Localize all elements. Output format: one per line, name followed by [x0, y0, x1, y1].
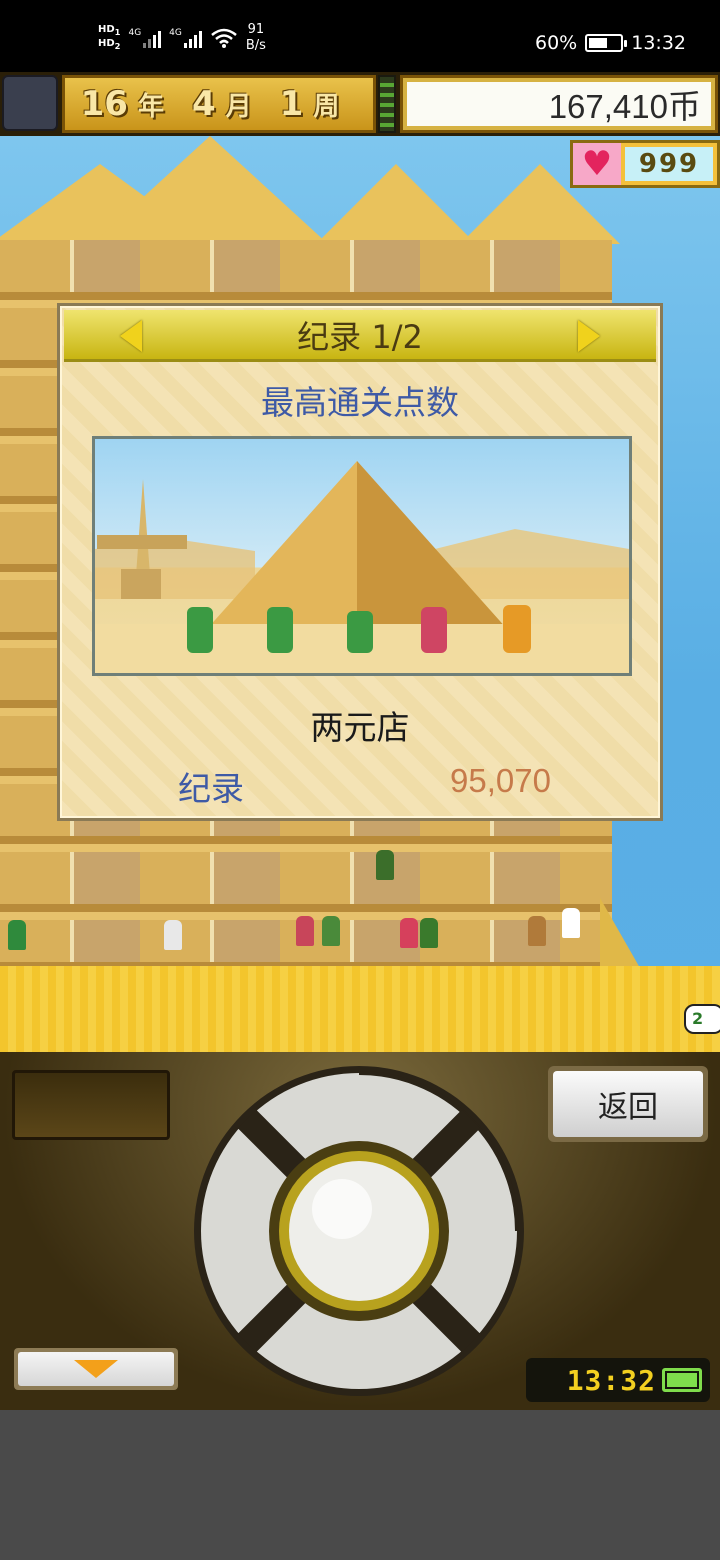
record-dialog: 纪录 1/2 最高通关点数 两元店 纪录 95,070 [57, 303, 663, 821]
customer-sprite [322, 916, 340, 946]
network-speed: 91 B/s [246, 22, 266, 54]
dpad[interactable] [192, 1064, 526, 1398]
pyramid-scene-image [92, 436, 632, 676]
advisor-avatar[interactable] [2, 75, 58, 131]
week-value: 1 [279, 84, 304, 124]
signal-2-icon: 4G [169, 28, 202, 48]
customer-sprite [400, 918, 418, 948]
game-date: 16 年 4月 1周 [62, 75, 376, 133]
down-arrow-icon [74, 1360, 118, 1378]
speed-value: 91 [247, 22, 265, 37]
year-value: 16 [80, 84, 128, 124]
game-hud: 16 年 4月 1周 167,410币 [0, 72, 720, 136]
wifi-icon [211, 28, 237, 48]
side-ramp [600, 898, 640, 968]
back-button[interactable]: 返回 [548, 1066, 708, 1142]
status-left: HD1 HD2 4G 4G 91 B/s [98, 22, 266, 54]
progress-divider [378, 75, 396, 133]
network-1-label: 4G [128, 28, 142, 38]
status-right: 60% 13:32 [535, 32, 686, 54]
network-2-label: 4G [169, 28, 182, 38]
hd2-label: HD [98, 38, 115, 49]
hd1-index: 1 [114, 27, 121, 37]
menu-down-inner [18, 1352, 174, 1386]
customer-sprite [164, 920, 182, 950]
battery-icon [585, 34, 628, 52]
money-display: 167,410币 [400, 75, 718, 133]
year-unit: 年 [137, 91, 164, 122]
hd-indicator: HD1 HD2 [98, 24, 120, 52]
hd2-index: 2 [114, 41, 121, 51]
record-label: 纪录 [178, 769, 244, 808]
signal-1-icon: 4G [128, 28, 162, 48]
menu-down-button[interactable] [14, 1348, 178, 1390]
customer-sprite [8, 920, 26, 950]
month-unit: 月 [225, 91, 252, 122]
record-value: 95,070 [450, 762, 551, 799]
customer-sprite [562, 908, 580, 938]
dialog-title: 纪录 1/2 [297, 317, 423, 356]
shop-floor[interactable] [0, 852, 612, 912]
panel-slot [12, 1070, 170, 1140]
customer-sprite [296, 916, 314, 946]
customer-sprite [420, 918, 438, 948]
clock-time: 13:32 [566, 1363, 656, 1397]
pyramid-roof [92, 136, 328, 244]
status-bar: HD1 HD2 4G 4G 91 B/s 60% 13:32 [0, 0, 720, 72]
dialog-subtitle: 最高通关点数 [261, 383, 459, 422]
hd1-label: HD [98, 24, 115, 35]
control-panel: 返回 13:32 [0, 1052, 720, 1410]
money-value: 167,410币 [407, 82, 711, 126]
month-value: 4 [191, 84, 216, 124]
back-button-label: 返回 [553, 1071, 703, 1137]
week-unit: 周 [313, 91, 340, 122]
status-time: 13:32 [631, 32, 686, 54]
desert-sand [0, 966, 720, 1052]
popularity-display: ♥ 999 [570, 140, 720, 188]
dialog-header: 纪录 1/2 [64, 310, 656, 362]
heart-icon: ♥ [573, 143, 621, 185]
popularity-value: 999 [625, 147, 713, 181]
pyramid-illustration [95, 461, 629, 673]
arrow-left-icon[interactable] [120, 320, 142, 352]
pyramid-roof [316, 164, 476, 244]
battery-percent: 60% [535, 32, 578, 54]
arrow-right-icon[interactable] [578, 320, 600, 352]
speech-bubble: 2 [684, 1004, 720, 1034]
customer-sprite [528, 916, 546, 946]
customer-sprite [376, 850, 394, 880]
battery-icon [662, 1368, 702, 1392]
shop-floor[interactable] [0, 240, 612, 300]
speed-unit: B/s [245, 38, 266, 53]
store-name: 两元店 [310, 708, 410, 747]
game-clock: 13:32 [526, 1358, 710, 1402]
